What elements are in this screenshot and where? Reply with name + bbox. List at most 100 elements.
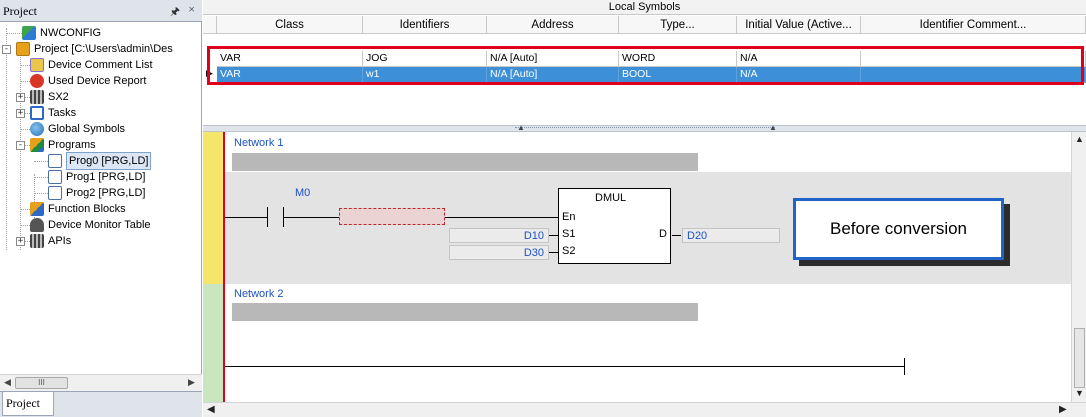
scroll-left-arrow-icon[interactable]: ◀ bbox=[207, 404, 215, 415]
ld-program-icon bbox=[48, 186, 62, 200]
empty-element-slot[interactable] bbox=[339, 208, 445, 225]
function-blocks-icon bbox=[30, 202, 44, 216]
contact-label[interactable]: M0 bbox=[295, 187, 310, 199]
tree-item-label: Global Symbols bbox=[48, 123, 126, 135]
project-panel-header: Project 🖈︎ × bbox=[0, 0, 202, 22]
scroll-left-arrow-icon[interactable]: ◀ bbox=[4, 377, 11, 388]
pin-en-label: En bbox=[562, 211, 576, 223]
scroll-up-arrow-icon[interactable]: ▲ bbox=[1075, 134, 1084, 144]
expand-sx2-icon[interactable]: + bbox=[16, 93, 25, 102]
project-tab-strip: Project bbox=[0, 391, 202, 417]
current-row-indicator-icon: ▶ bbox=[206, 68, 213, 78]
cell-class[interactable]: VAR bbox=[217, 51, 363, 67]
instruction-name: DMUL bbox=[595, 192, 627, 204]
cell-initial-value[interactable]: N/A bbox=[737, 67, 861, 83]
network1-comment[interactable] bbox=[232, 153, 698, 171]
scroll-right-arrow-icon[interactable]: ▶ bbox=[1059, 404, 1067, 415]
programs-icon bbox=[30, 138, 44, 152]
dmul-instruction-block[interactable]: DMUL En S1 S2 D bbox=[558, 188, 671, 264]
pin-s2-label: S2 bbox=[562, 245, 576, 257]
table-row-selected[interactable]: VAR w1 N/A [Auto] BOOL N/A bbox=[203, 67, 1086, 83]
network2-gutter bbox=[203, 284, 223, 402]
splitter-up-arrow-icon[interactable]: ▲ bbox=[517, 123, 525, 132]
table-row[interactable]: VAR JOG N/A [Auto] WORD N/A bbox=[203, 51, 1086, 67]
cell-comment[interactable] bbox=[861, 67, 1086, 83]
operand-s1-field[interactable]: D10 bbox=[449, 228, 549, 243]
tree-item-label: Tasks bbox=[48, 107, 77, 119]
tree-item-label: APIs bbox=[48, 235, 72, 247]
project-tree: NWCONFIG - Project [C:\Users\admin\Des D… bbox=[0, 24, 202, 374]
scroll-right-arrow-icon[interactable]: ▶ bbox=[188, 377, 195, 388]
local-symbols-table: Local Symbols Class Identifiers Address … bbox=[203, 0, 1086, 125]
editor-vertical-scrollbar[interactable]: ▲ ▼ bbox=[1071, 132, 1086, 402]
local-symbols-title: Local Symbols bbox=[203, 0, 1086, 15]
network2-rung-wire[interactable] bbox=[225, 366, 905, 367]
column-header-type[interactable]: Type... bbox=[619, 16, 737, 34]
network2-title[interactable]: Network 2 bbox=[234, 288, 284, 300]
cell-address[interactable]: N/A [Auto] bbox=[487, 51, 619, 67]
column-header-identifiers[interactable]: Identifiers bbox=[363, 16, 487, 34]
tree-item-label: Prog2 [PRG,LD] bbox=[66, 187, 146, 199]
cell-identifier[interactable]: w1 bbox=[363, 67, 487, 83]
network-config-icon bbox=[22, 26, 36, 40]
tree-item-label: Device Comment List bbox=[48, 59, 153, 71]
pin-s1-label: S1 bbox=[562, 228, 576, 240]
tree-item-label: Function Blocks bbox=[48, 203, 126, 215]
editor-horizontal-scrollbar[interactable]: ◀ ▶ bbox=[203, 402, 1086, 417]
splitter-down-arrow-icon[interactable]: ▲ bbox=[769, 123, 777, 132]
operand-s2-field[interactable]: D30 bbox=[449, 245, 549, 260]
tasks-icon bbox=[30, 106, 44, 120]
column-header-identifier-comment[interactable]: Identifier Comment... bbox=[861, 16, 1086, 34]
scroll-thumb[interactable]: III bbox=[15, 377, 68, 389]
tree-item-label: NWCONFIG bbox=[40, 27, 102, 39]
cell-class[interactable]: VAR bbox=[217, 67, 363, 83]
operand-d-field[interactable]: D20 bbox=[682, 228, 780, 243]
project-icon bbox=[16, 42, 30, 56]
expand-apis-icon[interactable]: + bbox=[16, 237, 25, 246]
network1-title[interactable]: Network 1 bbox=[234, 137, 284, 149]
scroll-thumb[interactable] bbox=[1074, 328, 1085, 388]
device-report-icon bbox=[30, 74, 44, 88]
scroll-down-arrow-icon[interactable]: ▼ bbox=[1075, 388, 1084, 398]
comment-list-icon bbox=[30, 58, 44, 72]
tree-item-label: Used Device Report bbox=[48, 75, 147, 87]
network2-rung-end bbox=[904, 358, 905, 375]
cell-initial-value[interactable]: N/A bbox=[737, 51, 861, 67]
tree-item-label: Prog0 [PRG,LD] bbox=[66, 152, 152, 170]
cell-address[interactable]: N/A [Auto] bbox=[487, 67, 619, 83]
global-symbols-icon bbox=[30, 122, 44, 136]
monitor-table-icon bbox=[30, 218, 44, 232]
pane-splitter[interactable]: ▲ ▲ bbox=[203, 123, 1086, 132]
contact-left-bar[interactable] bbox=[267, 207, 268, 227]
column-header-class[interactable]: Class bbox=[217, 16, 363, 34]
before-conversion-callout: Before conversion bbox=[793, 198, 1004, 260]
plc-icon bbox=[30, 90, 44, 104]
cell-type[interactable]: BOOL bbox=[619, 67, 737, 83]
column-header-address[interactable]: Address bbox=[487, 16, 619, 34]
close-icon[interactable]: × bbox=[188, 2, 195, 17]
ld-program-icon bbox=[48, 154, 62, 168]
network2-comment[interactable] bbox=[232, 303, 698, 321]
splitter-grip[interactable] bbox=[515, 127, 775, 131]
pin-d-label: D bbox=[659, 228, 667, 240]
ladder-editor[interactable]: Network 1 M0 DMUL En S1 S2 D D10 D30 D20… bbox=[203, 132, 1071, 402]
tree-item-label: Project [C:\Users\admin\Des bbox=[34, 43, 173, 55]
expand-tasks-icon[interactable]: + bbox=[16, 109, 25, 118]
tree-item-label: Programs bbox=[48, 139, 96, 151]
tree-item-label: Device Monitor Table bbox=[48, 219, 151, 231]
cell-type[interactable]: WORD bbox=[619, 51, 737, 67]
column-header-initial-value[interactable]: Initial Value (Active... bbox=[737, 16, 861, 34]
pin-icon[interactable]: 🖈︎ bbox=[170, 3, 180, 22]
row-header-corner bbox=[203, 16, 217, 34]
project-horizontal-scrollbar[interactable]: ◀ III ▶ bbox=[0, 374, 202, 391]
ld-program-icon bbox=[48, 170, 62, 184]
apis-icon bbox=[30, 234, 44, 248]
cell-comment[interactable] bbox=[861, 51, 1086, 67]
tree-item-label: SX2 bbox=[48, 91, 69, 103]
project-panel: Project 🖈︎ × NWCONFIG - Project [C:\User… bbox=[0, 0, 202, 417]
tab-project[interactable]: Project bbox=[2, 392, 54, 416]
cell-identifier[interactable]: JOG bbox=[363, 51, 487, 67]
collapse-programs-icon[interactable]: - bbox=[16, 141, 25, 150]
network1-gutter bbox=[203, 132, 223, 284]
collapse-project-icon[interactable]: - bbox=[2, 45, 11, 54]
